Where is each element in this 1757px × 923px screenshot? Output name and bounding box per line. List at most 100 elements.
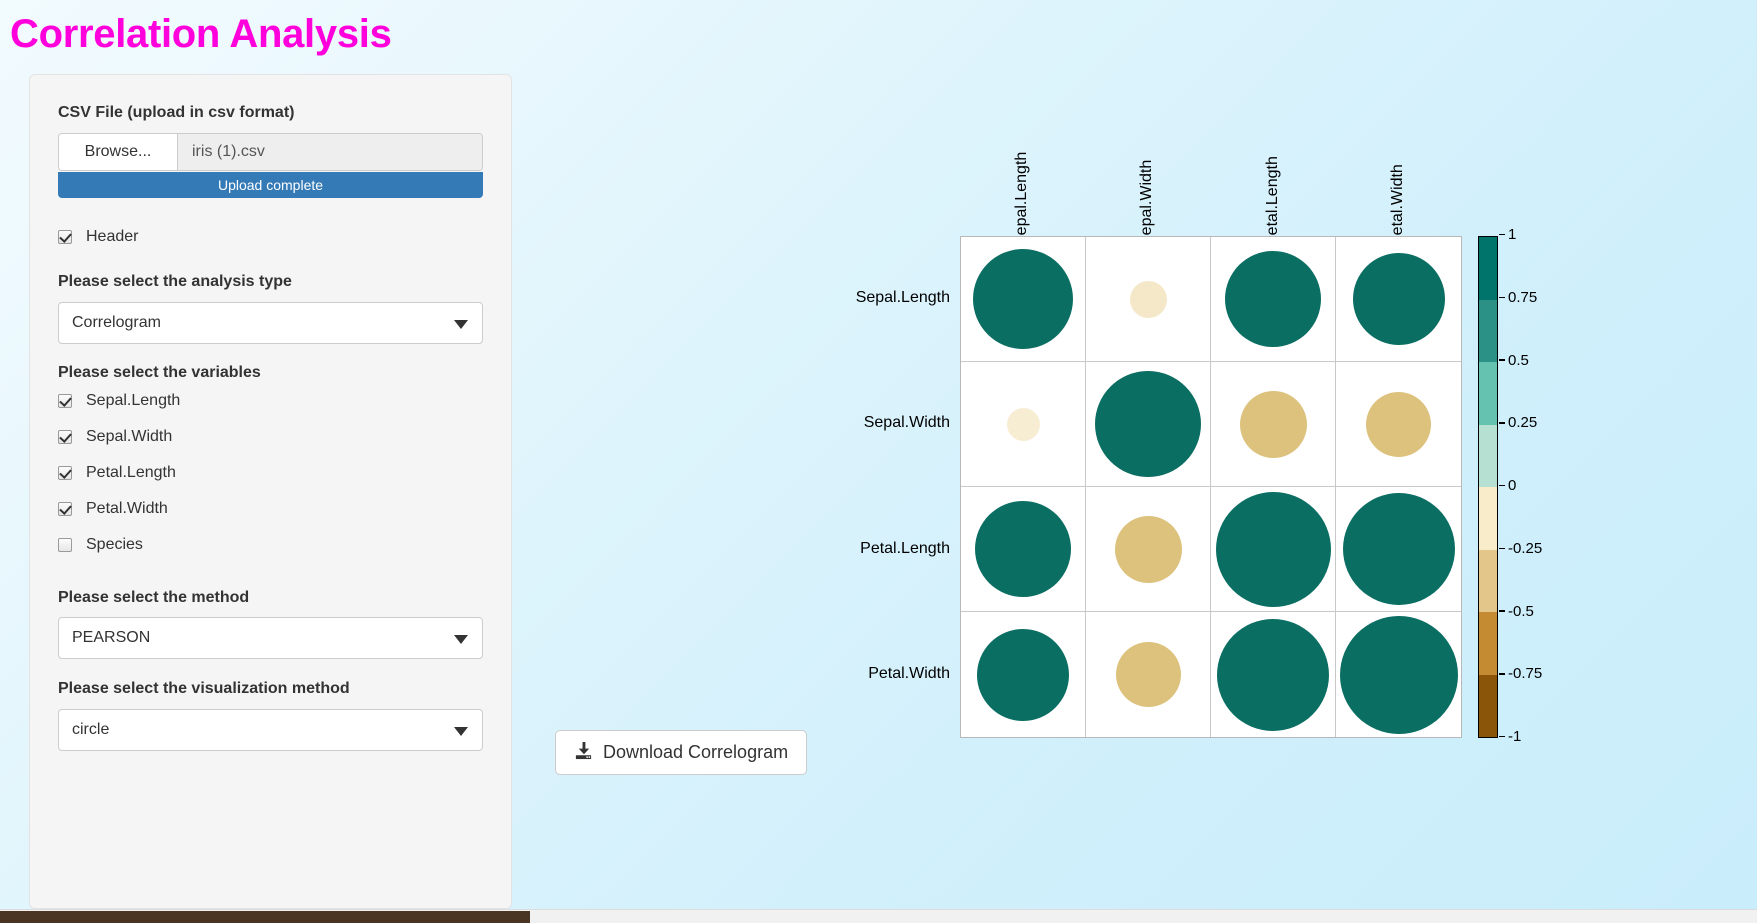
correlogram-circle: [1217, 618, 1329, 731]
variable-row-petal-length[interactable]: Petal.Length: [58, 460, 483, 487]
download-icon: [574, 741, 593, 765]
variable-label-petal-width: Petal.Width: [86, 500, 168, 518]
legend-tick-label: 0: [1508, 477, 1517, 494]
method-label: Please select the method: [58, 588, 250, 606]
download-correlogram-button[interactable]: Download Correlogram: [555, 730, 808, 775]
correlogram-column-label: Sepal.Length: [1012, 151, 1030, 246]
legend-color-band: [1479, 237, 1497, 300]
correlogram-circle: [977, 628, 1069, 721]
variable-checkbox-species[interactable]: [58, 538, 72, 553]
method-select[interactable]: PEARSON: [58, 617, 483, 660]
method-value: PEARSON: [72, 629, 151, 647]
correlogram-cell: [1086, 237, 1211, 362]
correlogram-cell: [961, 362, 1086, 487]
header-checkbox[interactable]: [58, 230, 72, 245]
correlogram-cell: [1336, 487, 1461, 612]
legend-tick: 0.25: [1499, 414, 1537, 431]
correlogram-circle: [1115, 642, 1181, 707]
legend-tick: 0: [1499, 477, 1516, 494]
correlogram-row-label: Petal.Width: [868, 665, 950, 683]
legend-tick-mark: [1499, 673, 1505, 675]
legend-tick: 1: [1499, 226, 1516, 243]
correlogram-column-label: Petal.Length: [1263, 156, 1281, 246]
legend-tick: -0.25: [1499, 540, 1542, 557]
correlogram-circle: [1339, 615, 1458, 734]
variable-label-species: Species: [86, 536, 143, 554]
correlogram-cell: [1336, 362, 1461, 487]
file-upload-row[interactable]: Browse... iris (1).csv: [58, 132, 483, 171]
legend-tick: -0.75: [1499, 665, 1542, 682]
variable-checkbox-sepal-width[interactable]: [58, 430, 72, 445]
chevron-down-icon: [454, 319, 468, 329]
correlogram-cell: [1211, 362, 1336, 487]
correlogram-cell: [961, 612, 1086, 737]
correlogram-column-label: Petal.Width: [1389, 164, 1407, 246]
correlogram-circle: [1342, 493, 1455, 605]
variable-row-sepal-width[interactable]: Sepal.Width: [58, 424, 483, 451]
legend-color-band: [1479, 487, 1497, 550]
file-name-display: iris (1).csv: [178, 133, 482, 170]
correlogram-cell: [1086, 612, 1211, 737]
legend-color-band: [1479, 299, 1497, 362]
variable-checkbox-sepal-length[interactable]: [58, 394, 72, 409]
visualization-method-select[interactable]: circle: [58, 709, 483, 752]
variables-label: Please select the variables: [58, 363, 261, 381]
legend-color-band: [1479, 549, 1497, 612]
correlogram-cell: [1086, 487, 1211, 612]
horizontal-scrollbar-thumb[interactable]: [0, 911, 530, 923]
legend-tick-mark: [1499, 422, 1505, 424]
legend-tick-mark: [1499, 359, 1505, 361]
correlogram-circle: [1215, 491, 1331, 607]
correlogram-column-label: Sepal.Width: [1138, 159, 1156, 246]
legend-tick-label: -0.75: [1508, 665, 1543, 683]
horizontal-scrollbar[interactable]: [0, 909, 1757, 923]
legend-color-band: [1479, 362, 1497, 425]
correlogram-circle: [1239, 390, 1307, 458]
legend-tick-label: 0.25: [1508, 414, 1538, 432]
visualization-method-value: circle: [72, 721, 110, 739]
legend-tick-label: 1: [1508, 226, 1517, 243]
legend-tick-label: 0.75: [1508, 288, 1538, 306]
variable-label-petal-length: Petal.Length: [86, 464, 176, 482]
analysis-type-value: Correlogram: [72, 313, 161, 331]
correlogram-circle: [1352, 253, 1445, 345]
legend-tick: -1: [1499, 728, 1521, 745]
legend-color-band: [1479, 674, 1497, 737]
variable-row-sepal-length[interactable]: Sepal.Length: [58, 388, 483, 415]
legend-tick-mark: [1499, 547, 1505, 549]
legend-color-band: [1479, 424, 1497, 487]
variable-label-sepal-length: Sepal.Length: [86, 392, 181, 410]
header-checkbox-row[interactable]: Header: [58, 224, 483, 251]
correlogram-circle: [1129, 280, 1167, 318]
correlogram-row-label: Petal.Length: [860, 539, 950, 557]
variable-checkbox-petal-width[interactable]: [58, 502, 72, 517]
legend-tick-mark: [1499, 735, 1505, 738]
correlogram-color-legend: [1478, 236, 1498, 738]
correlogram-cell: [1211, 237, 1336, 362]
legend-color-band: [1479, 612, 1497, 675]
legend-tick-mark: [1499, 610, 1505, 612]
correlogram-circle: [975, 501, 1071, 597]
correlogram-cell: [961, 237, 1086, 362]
visualization-method-label: Please select the visualization method: [58, 680, 350, 698]
legend-tick-label: 0.5: [1508, 351, 1529, 369]
legend-tick-mark: [1499, 484, 1505, 487]
correlogram-circle: [1366, 391, 1431, 457]
variable-checkbox-petal-length[interactable]: [58, 466, 72, 481]
variable-row-species[interactable]: Species: [58, 532, 483, 559]
page-title: Correlation Analysis: [10, 12, 392, 56]
variable-row-petal-width[interactable]: Petal.Width: [58, 496, 483, 523]
correlogram-cell: [1211, 612, 1336, 737]
legend-tick: 0.75: [1499, 289, 1537, 306]
upload-progress-bar: Upload complete: [58, 171, 483, 198]
legend-tick-mark: [1499, 296, 1505, 298]
correlogram-plot: Sepal.Length Sepal.Width Petal.Length Petal…: [520, 0, 1757, 923]
correlogram-row-label: Sepal.Width: [863, 414, 950, 432]
correlogram-circle: [1114, 515, 1182, 583]
correlogram-circle: [973, 249, 1073, 349]
analysis-type-select[interactable]: Correlogram: [58, 301, 483, 344]
correlogram-cell: [1211, 487, 1336, 612]
browse-button[interactable]: Browse...: [59, 133, 178, 170]
analysis-type-label: Please select the analysis type: [58, 272, 292, 290]
correlogram-cell: [1336, 237, 1461, 362]
